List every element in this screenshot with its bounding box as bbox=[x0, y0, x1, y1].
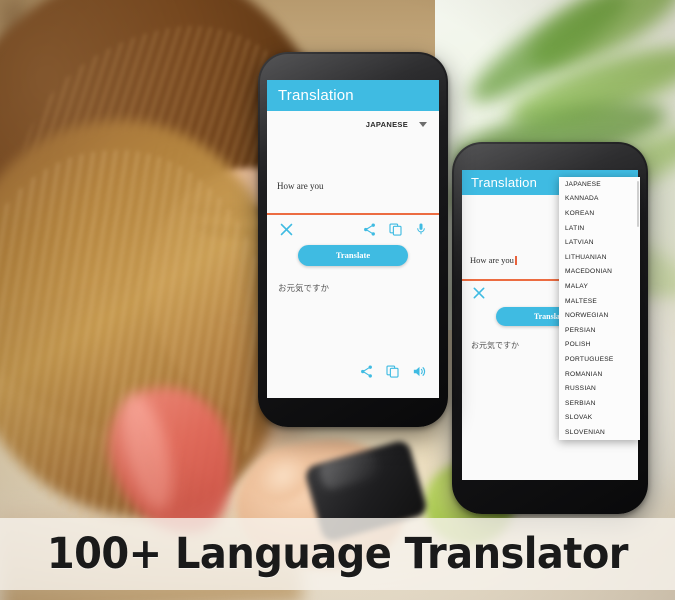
dropdown-option[interactable]: KANNADA bbox=[559, 192, 640, 207]
share-icon[interactable] bbox=[359, 364, 374, 384]
dropdown-option[interactable]: POLISH bbox=[559, 338, 640, 353]
source-text[interactable]: How are you bbox=[277, 181, 324, 191]
dropdown-option[interactable]: NORWEGIAN bbox=[559, 308, 640, 323]
text-cursor bbox=[514, 256, 517, 265]
dropdown-option[interactable]: LATIN bbox=[559, 221, 640, 236]
share-icon[interactable] bbox=[362, 222, 377, 242]
app-title: Translation bbox=[278, 87, 354, 104]
promo-screenshot: Translation JAPANESE How are you bbox=[0, 0, 675, 600]
chevron-down-icon bbox=[419, 121, 427, 127]
action-row-bottom bbox=[359, 363, 428, 385]
dropdown-option[interactable]: LATVIAN bbox=[559, 235, 640, 250]
microphone-icon[interactable] bbox=[414, 222, 428, 241]
clear-icon[interactable] bbox=[471, 285, 487, 306]
dropdown-option[interactable]: MACEDONIAN bbox=[559, 265, 640, 280]
dropdown-option[interactable]: SLOVENIAN bbox=[559, 425, 640, 440]
dropdown-option[interactable]: MALTESE bbox=[559, 294, 640, 309]
phone-front: Translation JAPANESE How are you Transla… bbox=[258, 52, 448, 427]
phone-front-screen: Translation JAPANESE How are you Transla… bbox=[267, 80, 439, 398]
dropdown-option[interactable]: SLOVAK bbox=[559, 411, 640, 426]
phone-back: Translation JAPANESE How are you bbox=[452, 142, 648, 514]
dropdown-option[interactable]: PERSIAN bbox=[559, 323, 640, 338]
dropdown-option[interactable]: KOREAN bbox=[559, 206, 640, 221]
promo-banner: 100+ Language Translator bbox=[0, 518, 675, 590]
source-text-value: How are you bbox=[470, 255, 514, 265]
dropdown-option[interactable]: RUSSIAN bbox=[559, 381, 640, 396]
speaker-icon[interactable] bbox=[411, 363, 428, 385]
dropdown-option[interactable]: JAPANESE bbox=[559, 177, 640, 192]
dropdown-option[interactable]: MALAY bbox=[559, 279, 640, 294]
app-title: Translation bbox=[471, 175, 538, 190]
promo-banner-text: 100+ Language Translator bbox=[46, 529, 629, 579]
language-dropdown[interactable]: JAPANESE KANNADA KOREAN LATIN LATVIAN LITHUAN… bbox=[559, 177, 640, 440]
dropdown-option[interactable]: ROMANIAN bbox=[559, 367, 640, 382]
dropdown-scrollbar[interactable] bbox=[637, 181, 639, 227]
translated-text: お元気ですか bbox=[278, 283, 330, 294]
language-selector[interactable]: JAPANESE bbox=[267, 111, 439, 137]
dropdown-option[interactable]: SERBIAN bbox=[559, 396, 640, 411]
copy-icon[interactable] bbox=[388, 222, 403, 242]
language-selector-value: JAPANESE bbox=[365, 119, 408, 129]
copy-icon[interactable] bbox=[385, 364, 400, 384]
app-bar: Translation bbox=[267, 80, 439, 111]
clear-icon[interactable] bbox=[278, 221, 295, 243]
dropdown-option[interactable]: PORTUGUESE bbox=[559, 352, 640, 367]
dropdown-option[interactable]: LITHUANIAN bbox=[559, 250, 640, 265]
source-text[interactable]: How are you bbox=[470, 255, 517, 265]
translate-button[interactable]: Translate bbox=[298, 244, 408, 266]
action-row-top bbox=[267, 215, 439, 249]
